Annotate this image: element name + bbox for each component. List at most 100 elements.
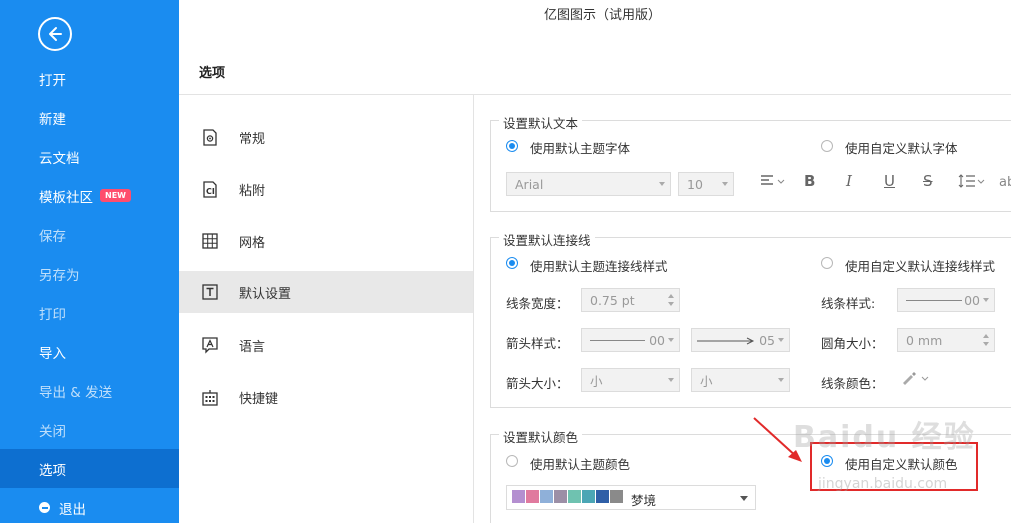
align-icon[interactable] — [760, 174, 786, 192]
line-width-input[interactable]: 0.75 pt — [581, 288, 680, 312]
arrow-size-end-select[interactable]: 小 — [691, 368, 790, 392]
line-style-select[interactable]: 00 — [897, 288, 995, 312]
back-button[interactable] — [38, 17, 72, 51]
nav-import-label: 导入 — [39, 345, 66, 362]
arrow-size-label: 箭头大小： — [506, 376, 569, 391]
category-grid[interactable]: 网格 — [179, 220, 473, 262]
color-swatch — [512, 490, 525, 503]
nav-template-community[interactable]: 模板社区 NEW — [0, 176, 179, 215]
underline-icon[interactable]: U — [884, 172, 895, 190]
category-default-settings-label: 默认设置 — [239, 286, 292, 302]
nav-template-community-label: 模板社区 — [39, 189, 93, 206]
category-snap[interactable]: CI 粘附 — [179, 168, 473, 210]
nav-import[interactable]: 导入 — [0, 332, 179, 371]
category-grid-label: 网格 — [239, 235, 266, 251]
arrow-size-start-value: 小 — [590, 373, 603, 389]
nav-save[interactable]: 保存 — [0, 215, 179, 254]
text-box-icon — [201, 283, 219, 301]
chevron-down-icon — [778, 378, 784, 382]
color-swatch — [526, 490, 539, 503]
nav-export-send-label: 导出 & 发送 — [39, 384, 113, 401]
nav-new[interactable]: 新建 — [0, 98, 179, 137]
color-swatch-strip — [512, 490, 623, 503]
arrow-left-icon — [49, 27, 62, 41]
line-color-label: 线条颜色： — [821, 376, 884, 391]
bold-icon[interactable]: B — [804, 172, 815, 190]
chevron-down-icon — [778, 338, 784, 342]
category-default-settings[interactable]: 默认设置 — [179, 271, 473, 313]
strikethrough-icon[interactable]: S — [923, 172, 933, 190]
category-snap-label: 粘附 — [239, 183, 266, 199]
arrow-start-select[interactable]: 00 — [581, 328, 680, 352]
line-spacing-icon[interactable] — [958, 174, 986, 192]
default-connector-title: 设置默认连接线 — [499, 230, 595, 249]
default-text-group: 设置默认文本 — [490, 113, 1011, 212]
nav-new-label: 新建 — [39, 111, 66, 128]
radio-theme-color[interactable] — [506, 455, 518, 467]
nav-print[interactable]: 打印 — [0, 293, 179, 332]
radio-theme-color-label: 使用默认主题颜色 — [530, 457, 631, 472]
nav-options-label: 选项 — [39, 462, 66, 479]
keyboard-icon — [201, 388, 219, 406]
arrow-end-select[interactable]: 05 — [691, 328, 790, 352]
exit-icon — [39, 502, 50, 513]
radio-theme-connector[interactable] — [506, 257, 518, 269]
arrow-right-icon — [697, 337, 755, 345]
font-size-value: 10 — [687, 176, 703, 192]
line-style-value: 00 — [964, 292, 980, 308]
gear-doc-icon — [201, 128, 219, 146]
radio-custom-font-label: 使用自定义默认字体 — [845, 141, 958, 156]
nav-cloud-docs[interactable]: 云文档 — [0, 137, 179, 176]
category-shortcuts[interactable]: 快捷键 — [179, 376, 473, 418]
nav-export-send[interactable]: 导出 & 发送 — [0, 371, 179, 410]
corner-size-label: 圆角大小： — [821, 336, 884, 351]
chevron-down-icon — [659, 182, 665, 186]
arrow-style-label: 箭头样式： — [506, 336, 569, 351]
spinner-icon — [668, 292, 675, 308]
nav-save-as[interactable]: 另存为 — [0, 254, 179, 293]
color-swatch — [596, 490, 609, 503]
arrow-size-start-select[interactable]: 小 — [581, 368, 680, 392]
font-size-select[interactable]: 10 — [678, 172, 734, 196]
category-shortcuts-label: 快捷键 — [239, 391, 279, 407]
nav-save-label: 保存 — [39, 228, 66, 245]
color-swatch — [540, 490, 553, 503]
theme-name-value: 梦境 — [631, 493, 657, 508]
arrow-end-value: 05 — [759, 332, 775, 348]
color-swatch — [554, 490, 567, 503]
nav-exit[interactable]: 退出 — [0, 488, 179, 523]
arrow-size-end-value: 小 — [700, 373, 713, 389]
line-width-label: 线条宽度： — [506, 296, 569, 311]
radio-custom-font[interactable] — [821, 140, 833, 152]
radio-custom-connector[interactable] — [821, 257, 833, 269]
italic-icon[interactable]: I — [846, 172, 852, 190]
radio-custom-connector-label: 使用自定义默认连接线样式 — [845, 259, 996, 274]
font-family-value: Arial — [515, 176, 544, 192]
text-case-icon[interactable]: ab — [999, 175, 1011, 190]
radio-theme-font[interactable] — [506, 140, 518, 152]
nav-open[interactable]: 打开 — [0, 59, 179, 98]
default-text-title: 设置默认文本 — [499, 113, 583, 132]
corner-size-input[interactable]: 0 mm — [897, 328, 995, 352]
nav-save-as-label: 另存为 — [39, 267, 80, 284]
line-color-picker[interactable] — [901, 371, 929, 389]
category-general[interactable]: 常规 — [179, 116, 473, 158]
chevron-down-icon — [668, 378, 674, 382]
nav-close[interactable]: 关闭 — [0, 410, 179, 449]
new-badge: NEW — [100, 189, 131, 202]
options-title: 选项 — [199, 66, 226, 81]
chevron-down-icon — [983, 298, 989, 302]
spinner-icon — [983, 332, 990, 348]
color-swatch — [610, 490, 623, 503]
nav-print-label: 打印 — [39, 306, 66, 323]
font-family-select[interactable]: Arial — [506, 172, 671, 196]
category-language[interactable]: 语言 — [179, 324, 473, 366]
nav-options[interactable]: 选项 — [0, 449, 179, 488]
grid-icon — [201, 232, 219, 250]
arrow-start-value: 00 — [649, 332, 665, 348]
snap-icon: CI — [201, 180, 219, 198]
chevron-down-icon — [740, 496, 748, 501]
category-language-label: 语言 — [239, 339, 266, 355]
svg-text:CI: CI — [206, 187, 215, 196]
pen-icon — [903, 372, 929, 385]
